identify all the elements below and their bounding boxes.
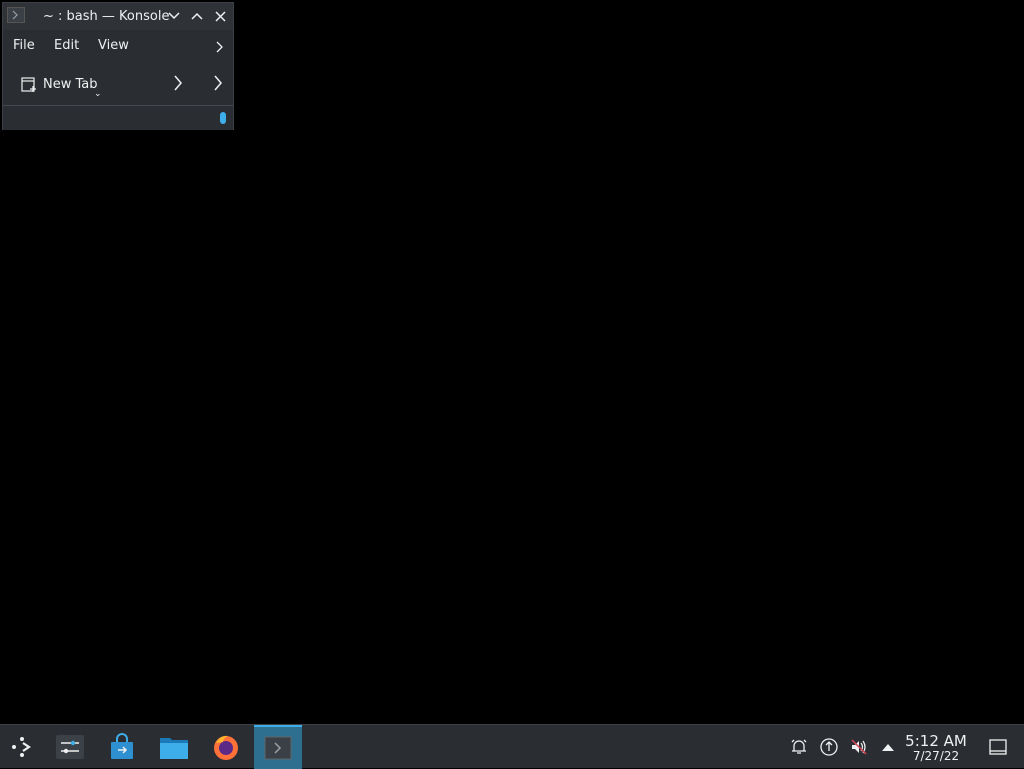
discover-button[interactable] (100, 725, 144, 769)
menu-overflow-button[interactable] (215, 38, 223, 57)
toolbar-overflow-button[interactable] (213, 75, 223, 95)
new-tab-icon[interactable] (20, 75, 38, 97)
scrollbar-thumb[interactable] (220, 112, 226, 124)
minimize-button[interactable] (165, 7, 183, 25)
chevron-up-icon (191, 12, 203, 20)
new-tab-button[interactable]: New Tab (43, 77, 98, 92)
steamdeck-launcher-icon (12, 737, 31, 757)
konsole-window[interactable]: ~ : bash — Konsole File Edit View New Ta… (2, 2, 234, 130)
window-title: ~ : bash — Konsole (43, 9, 170, 24)
application-launcher-button[interactable] (0, 725, 44, 769)
terminal-area[interactable] (3, 106, 233, 130)
firefox-button[interactable] (204, 725, 248, 769)
maximize-button[interactable] (188, 7, 206, 25)
chevron-down-icon (168, 12, 180, 20)
konsole-icon[interactable] (7, 7, 25, 23)
menu-file[interactable]: File (13, 38, 35, 53)
close-button[interactable] (211, 7, 229, 25)
volume-muted-icon[interactable] (849, 737, 869, 757)
clock-time[interactable]: 5:12 AM (900, 732, 972, 750)
firefox-icon (214, 735, 238, 760)
menu-view[interactable]: View (98, 38, 129, 53)
network-icon[interactable] (819, 737, 839, 757)
close-icon (214, 10, 226, 22)
system-settings-button[interactable] (48, 725, 92, 769)
chevron-right-icon (216, 41, 223, 53)
show-desktop-icon[interactable] (988, 737, 1008, 757)
konsole-task-button[interactable] (254, 725, 302, 769)
chevron-right-icon (174, 75, 182, 91)
menu-edit[interactable]: Edit (54, 38, 79, 53)
settings-sliders-icon (56, 735, 84, 759)
menu-bar: File Edit View (3, 33, 233, 59)
dolphin-button[interactable] (152, 725, 196, 769)
title-bar[interactable]: ~ : bash — Konsole (3, 3, 233, 30)
terminal-icon (264, 736, 292, 760)
new-tab-dropdown-icon[interactable]: ⌄ (94, 89, 102, 99)
notifications-icon[interactable] (789, 737, 809, 757)
store-bag-icon (111, 733, 133, 759)
taskbar: 5:12 AM 7/27/22 (0, 724, 1024, 769)
clock-date[interactable]: 7/27/22 (900, 749, 972, 763)
expand-tray-icon[interactable] (878, 737, 898, 757)
toolbar: New Tab ⌄ (3, 65, 233, 105)
toolbar-chevron-button[interactable] (173, 75, 183, 95)
folder-icon (160, 738, 188, 759)
chevron-right-icon (214, 75, 222, 91)
